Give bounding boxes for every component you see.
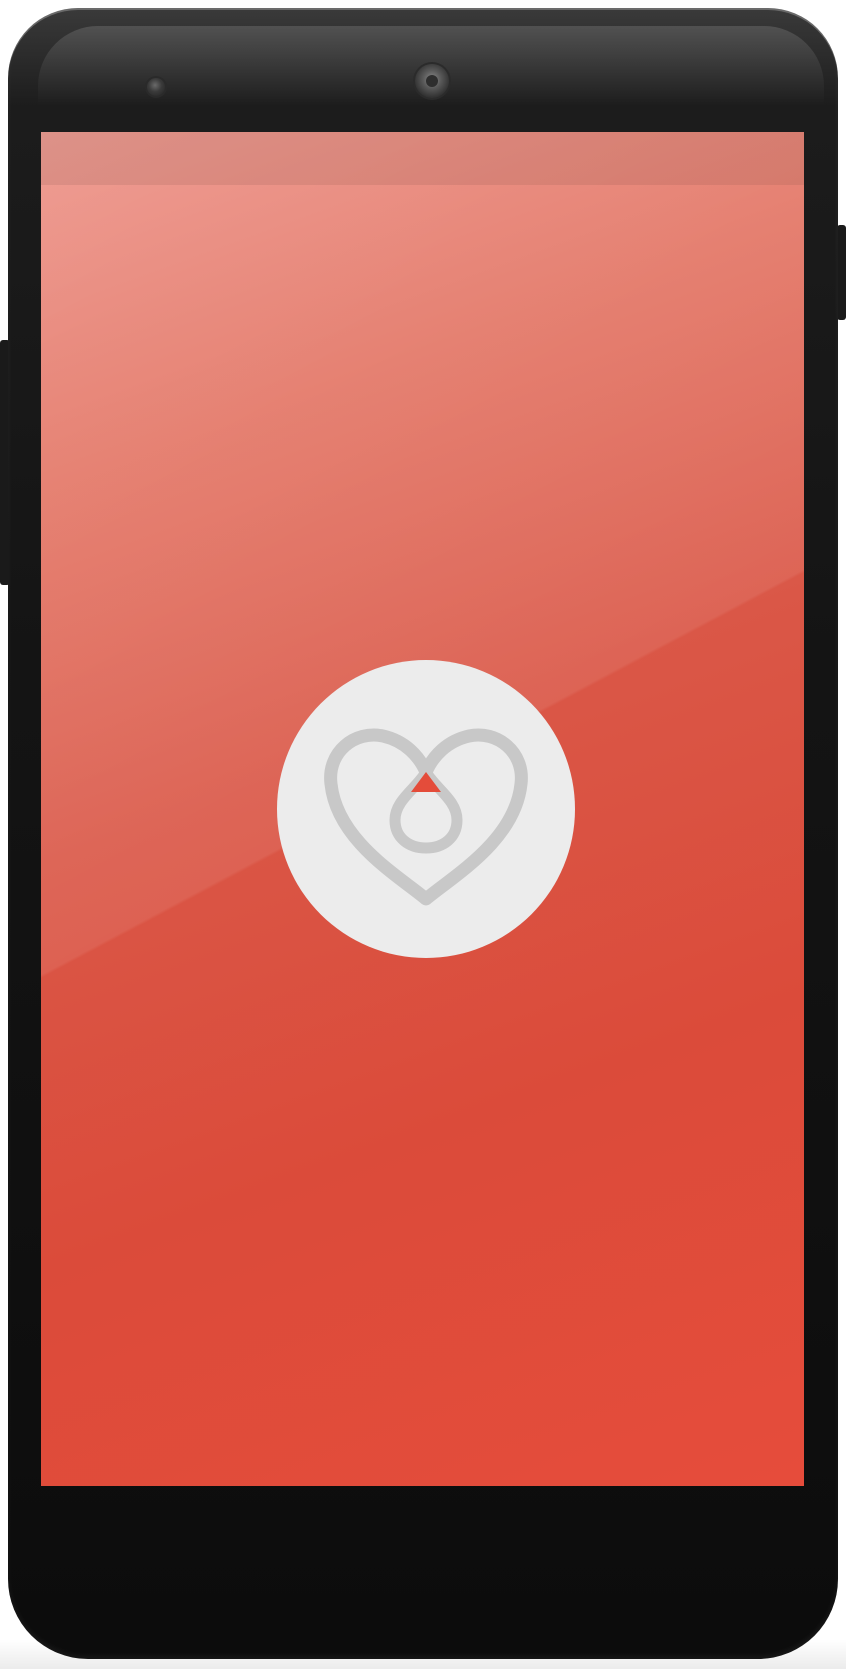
base-shadow <box>0 1639 846 1669</box>
heart-drop-icon <box>324 728 528 906</box>
front-camera-icon <box>415 64 449 98</box>
phone-mockup <box>0 0 846 1669</box>
app-logo <box>277 660 575 958</box>
power-button <box>837 225 846 320</box>
proximity-sensor <box>147 78 165 96</box>
app-screen <box>41 132 804 1486</box>
status-bar <box>41 132 804 185</box>
